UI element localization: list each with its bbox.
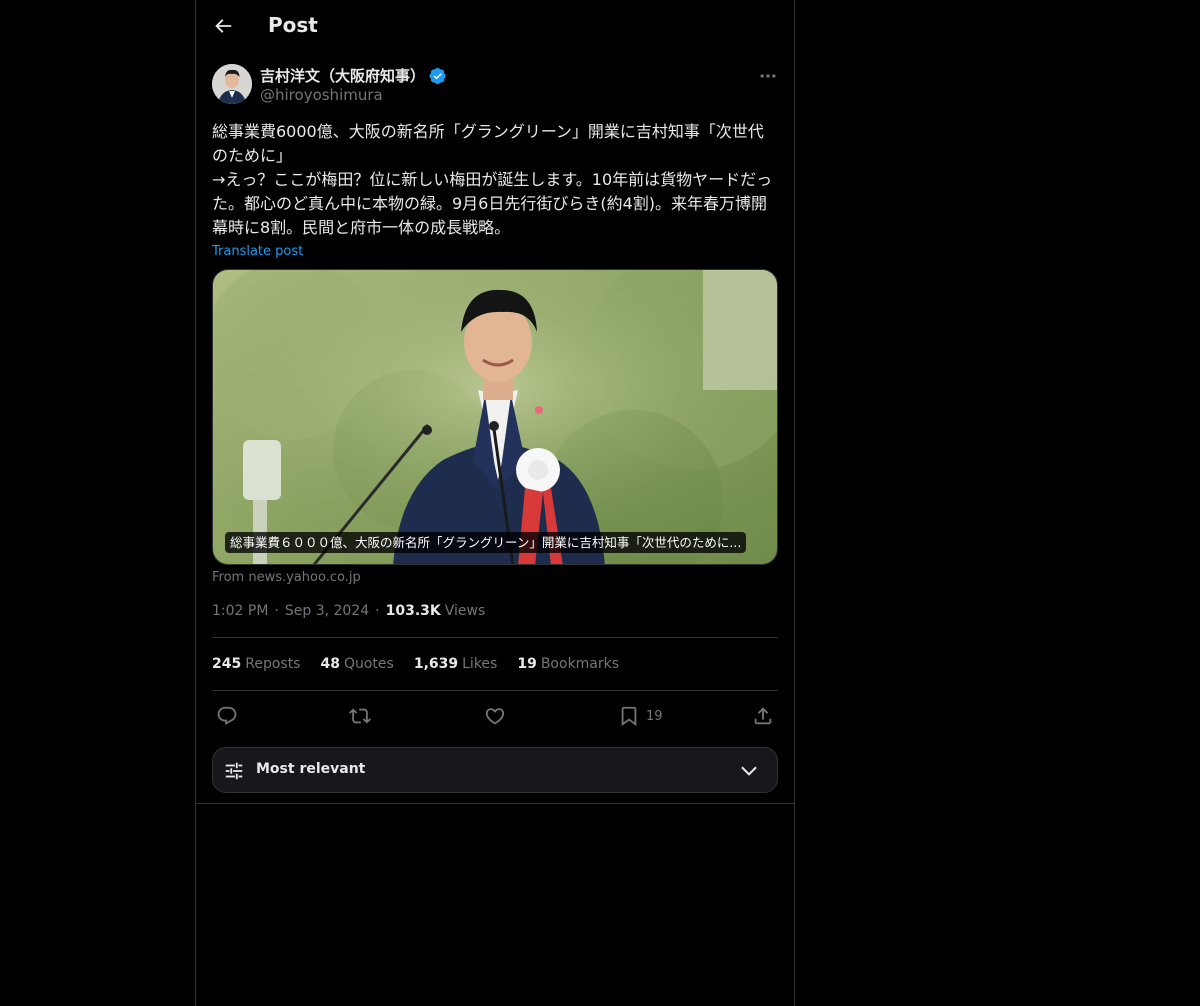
post: 吉村洋文（大阪府知事） @hiroyoshimura 総事業費6000億、大阪の… — [212, 64, 778, 793]
section-divider — [196, 803, 794, 804]
reply-icon — [217, 706, 237, 725]
media-card[interactable]: 総事業費６０００億、大阪の新名所「グラングリーン」開業に吉村知事「次世代のために… — [212, 269, 778, 565]
views-label: Views — [444, 603, 486, 619]
separator-dot: · — [375, 603, 380, 619]
more-options-icon[interactable] — [758, 66, 778, 86]
page-title: Post — [268, 13, 318, 37]
author-name[interactable]: 吉村洋文（大阪府知事） — [260, 65, 425, 86]
author-handle[interactable]: @hiroyoshimura — [260, 86, 383, 104]
sort-label: Most relevant — [256, 761, 366, 777]
repost-button[interactable] — [349, 704, 371, 728]
reposts-stat[interactable]: 245 Reposts — [212, 656, 300, 672]
media-caption: 総事業費６０００億、大阪の新名所「グラングリーン」開業に吉村知事「次世代のために… — [225, 532, 747, 553]
action-bar: 19 — [212, 691, 778, 741]
repost-icon — [349, 708, 371, 724]
page-header: Post — [196, 0, 794, 54]
share-icon — [754, 707, 772, 725]
avatar[interactable] — [212, 64, 252, 104]
post-meta: 1:02 PM · Sep 3, 2024 · 103.3K Views — [212, 601, 778, 621]
back-arrow-icon[interactable] — [212, 15, 234, 37]
post-text: 総事業費6000億、大阪の新名所「グラングリーン」開業に吉村知事「次世代のために… — [212, 122, 773, 237]
bookmark-count: 19 — [646, 708, 663, 724]
bookmark-icon — [621, 706, 637, 727]
quotes-stat[interactable]: 48 Quotes — [320, 656, 393, 672]
link-source[interactable]: From news.yahoo.co.jp — [212, 570, 361, 585]
likes-count: 1,639 — [413, 656, 459, 672]
post-date[interactable]: Sep 3, 2024 — [285, 603, 369, 619]
post-time[interactable]: 1:02 PM — [212, 603, 268, 619]
chevron-down-icon — [741, 766, 757, 776]
reply-sort-dropdown[interactable]: Most relevant — [212, 747, 778, 793]
likes-stat[interactable]: 1,639 Likes — [414, 656, 498, 672]
bookmark-button[interactable]: 19 — [618, 704, 663, 728]
reposts-label: Reposts — [245, 656, 301, 672]
verified-badge-icon — [429, 67, 446, 84]
reply-button[interactable] — [216, 704, 238, 728]
sliders-icon — [225, 762, 243, 780]
share-button[interactable] — [752, 704, 774, 728]
reposts-count: 245 — [212, 656, 242, 672]
like-button[interactable] — [484, 704, 506, 728]
main-column: Post 吉村洋文（大阪府知事） @hiroyoshimura 総事業費6000… — [195, 0, 795, 1006]
stats-row: 245 Reposts 48 Quotes 1,639 Likes 19 Bookmar… — [212, 638, 778, 690]
likes-label: Likes — [462, 656, 498, 672]
separator-dot: · — [274, 603, 279, 619]
author-name-wrap: 吉村洋文（大阪府知事） — [260, 65, 447, 86]
bookmarks-label: Bookmarks — [540, 656, 620, 672]
views-count: 103.3K — [385, 603, 441, 619]
bookmarks-count: 19 — [517, 656, 537, 672]
quotes-label: Quotes — [343, 656, 394, 672]
translate-post-link[interactable]: Translate post — [212, 244, 303, 259]
article-photo — [213, 270, 777, 564]
author-row: 吉村洋文（大阪府知事） @hiroyoshimura — [212, 64, 778, 108]
heart-icon — [485, 708, 505, 725]
quotes-count: 48 — [320, 656, 340, 672]
bookmarks-stat[interactable]: 19 Bookmarks — [517, 656, 619, 672]
